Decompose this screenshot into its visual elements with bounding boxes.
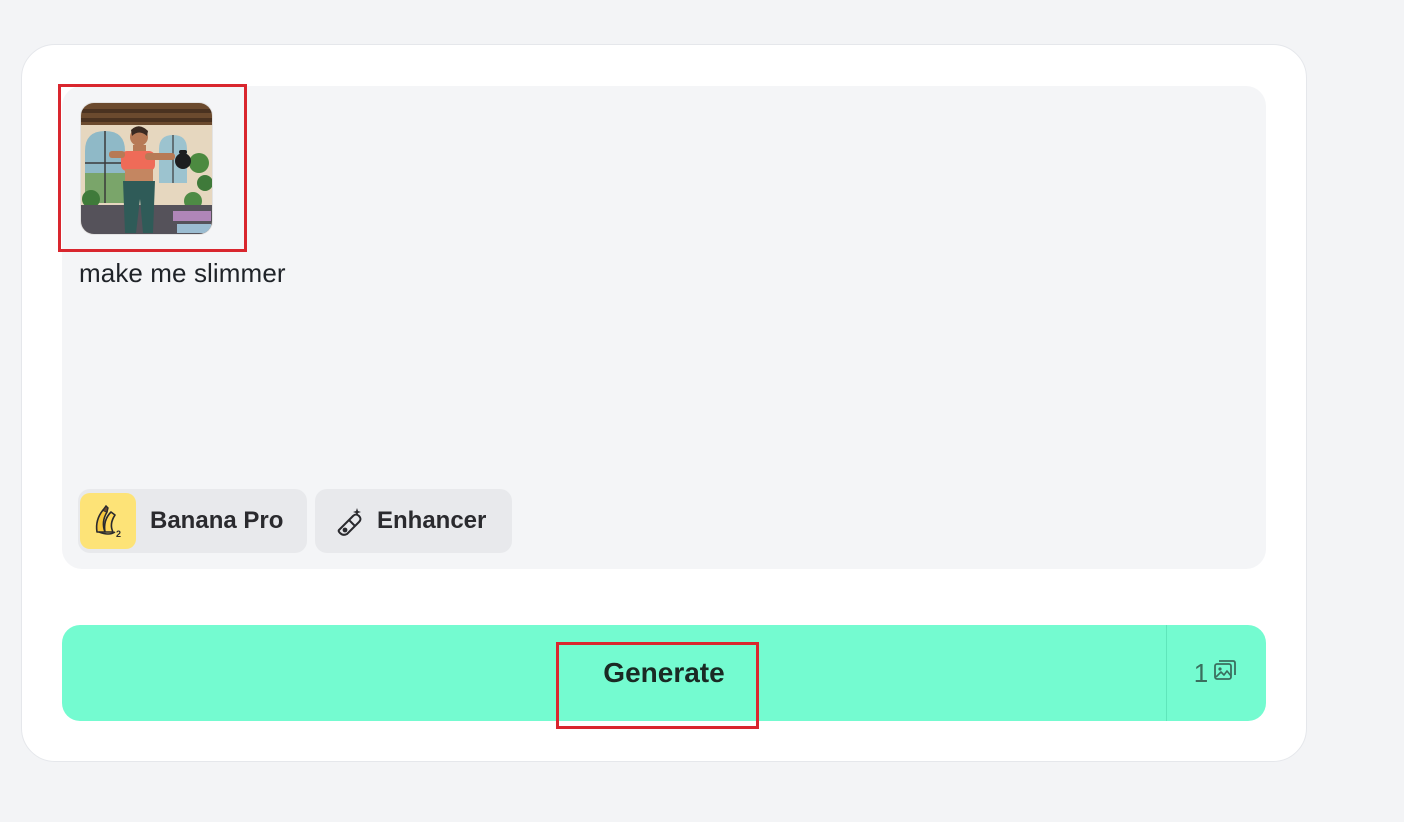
generate-button[interactable]: Generate 1 xyxy=(62,625,1266,721)
image-count: 1 xyxy=(1193,657,1209,688)
model-label: Banana Pro xyxy=(150,507,284,534)
image-count-selector[interactable]: 1 xyxy=(1166,625,1266,721)
svg-text:2: 2 xyxy=(116,529,121,539)
prompt-text[interactable]: make me slimmer xyxy=(79,258,286,289)
magic-wand-icon xyxy=(335,506,365,536)
reference-image-thumbnail[interactable] xyxy=(80,102,213,235)
image-stack-icon xyxy=(1212,657,1238,690)
enhancer-button[interactable]: Enhancer xyxy=(315,489,512,553)
model-select-button[interactable]: 2 Banana Pro xyxy=(78,489,307,553)
reference-image xyxy=(81,103,212,234)
banana-icon: 2 xyxy=(80,493,136,549)
generate-label: Generate xyxy=(603,657,725,688)
enhancer-label: Enhancer xyxy=(377,507,487,534)
